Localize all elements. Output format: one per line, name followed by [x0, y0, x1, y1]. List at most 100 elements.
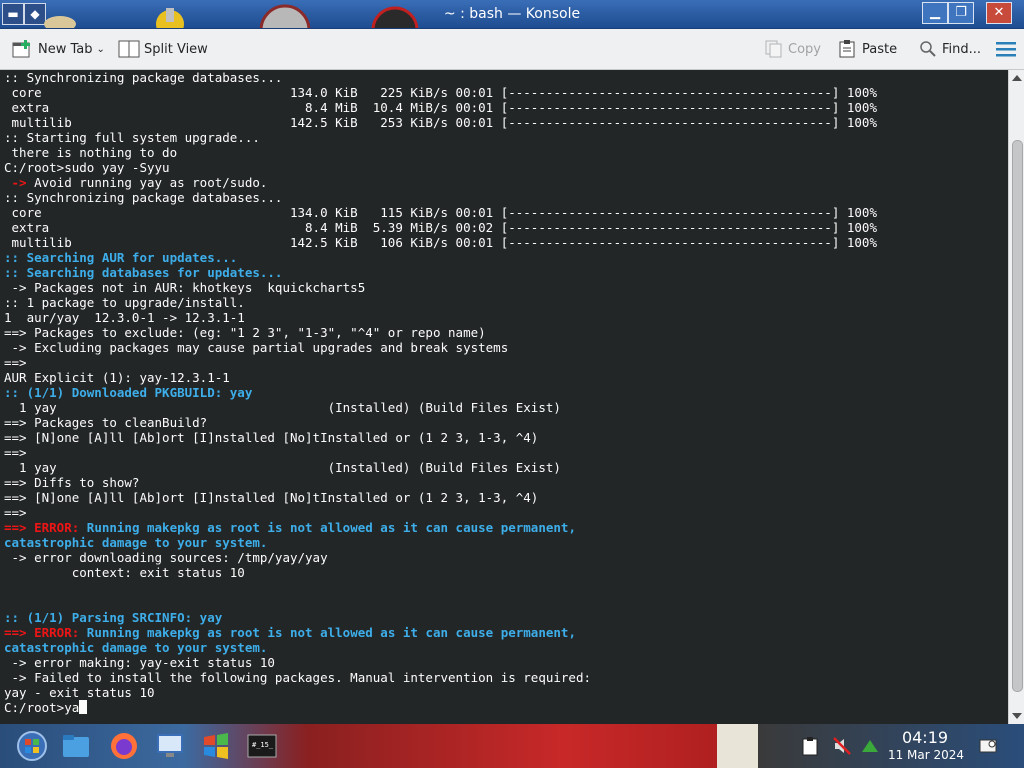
terminal-text-segment: ==> ERROR: [4, 625, 87, 640]
title-bar: ▬ ◆ ~ : bash — Konsole ▁ ❐ ✕ [0, 0, 1024, 29]
terminal-line: :: Searching databases for updates... [4, 265, 877, 280]
terminal-line: there is nothing to do [4, 145, 877, 160]
start-orb-icon[interactable] [16, 730, 48, 762]
taskbar: #_15_ 04:19 11 Mar 2024 [0, 724, 1024, 768]
terminal-line: ==> Packages to exclude: (eg: "1 2 3", "… [4, 325, 877, 340]
scroll-up-icon[interactable] [1012, 75, 1022, 81]
new-tab-label: New Tab [38, 41, 93, 57]
terminal-line: :: Synchronizing package databases... [4, 190, 877, 205]
network-up-icon[interactable] [860, 736, 880, 756]
terminal-prompt-line[interactable]: C:/root>ya [4, 700, 877, 715]
terminal-line: ==> [N]one [A]ll [Ab]ort [I]nstalled [No… [4, 430, 877, 445]
copy-button[interactable]: Copy [764, 37, 821, 61]
terminal-line: extra 8.4 MiB 5.39 MiB/s 00:02 [--------… [4, 220, 877, 235]
remote-desktop-icon[interactable] [154, 730, 186, 762]
paste-button[interactable]: Paste [838, 37, 897, 61]
konsole-toolbar: New Tab ⌄ Split View Copy Paste Find... [0, 29, 1024, 70]
terminal-text-segment: 1 yay (Installed) (Build Files Exist) [4, 460, 561, 475]
paste-label: Paste [862, 41, 898, 57]
terminal-scrollbar[interactable] [1008, 70, 1024, 724]
terminal-text-segment: :: 1 package to upgrade/install. [4, 295, 245, 310]
new-tab-icon [12, 40, 30, 58]
wallpaper-deco-4 [365, 0, 425, 28]
terminal-line: -> Avoid running yay as root/sudo. [4, 175, 877, 190]
terminal-text-segment: -> Packages not in AUR: khotkeys kquickc… [4, 280, 366, 295]
maximize-button[interactable]: ❐ [948, 2, 974, 24]
terminal-line: -> Packages not in AUR: khotkeys kquickc… [4, 280, 877, 295]
terminal-line: catastrophic damage to your system. [4, 535, 877, 550]
clock-date[interactable]: 11 Mar 2024 [884, 748, 968, 762]
file-manager-icon[interactable] [60, 730, 92, 762]
terminal-line: ==> Diffs to show? [4, 475, 877, 490]
split-view-button[interactable]: Split View [118, 37, 208, 61]
scrollbar-thumb[interactable] [1012, 140, 1023, 692]
terminal-text-segment: ==> Diffs to show? [4, 475, 140, 490]
split-view-label: Split View [144, 41, 208, 57]
terminal-text-segment: :: Synchronizing package databases... [4, 70, 283, 85]
terminal-text-segment: Running makepkg as root is not allowed a… [86, 520, 576, 535]
terminal-text-segment: :: (1/1) Downloaded PKGBUILD: yay [4, 385, 253, 400]
text-cursor [79, 700, 88, 714]
terminal-text-segment: ==> Packages to cleanBuild? [4, 415, 208, 430]
terminal-line: multilib 142.5 KiB 253 KiB/s 00:01 [----… [4, 115, 877, 130]
terminal-text-segment: catastrophic damage to your system. [4, 640, 268, 655]
terminal-line: core 134.0 KiB 115 KiB/s 00:01 [--------… [4, 205, 877, 220]
minimize-button[interactable]: ▁ [922, 2, 948, 24]
terminal-text-segment: multilib 142.5 KiB 106 KiB/s 00:01 [----… [4, 235, 877, 250]
scroll-down-icon[interactable] [1012, 713, 1022, 719]
svg-text:#_15_: #_15_ [252, 741, 274, 749]
terminal-text-segment: core 134.0 KiB 115 KiB/s 00:01 [--------… [4, 205, 877, 220]
close-button[interactable]: ✕ [986, 2, 1012, 24]
firefox-icon[interactable] [108, 730, 140, 762]
new-tab-button[interactable]: New Tab ⌄ [12, 37, 105, 61]
window-menu-icon[interactable]: ▬ [2, 3, 24, 25]
terminal-text-segment: ==> ERROR: [4, 520, 87, 535]
clock-time[interactable]: 04:19 [900, 728, 950, 747]
terminal-line: ==> [4, 445, 877, 460]
copy-icon [765, 40, 782, 58]
terminal-line: -> error downloading sources: /tmp/yay/y… [4, 550, 877, 565]
terminal-text-segment: C:/root>sudo yay -Syyu [4, 160, 170, 175]
terminal-line: :: (1/1) Downloaded PKGBUILD: yay [4, 385, 877, 400]
terminal-text-segment: AUR Explicit (1): yay-12.3.1-1 [4, 370, 230, 385]
terminal-line: C:/root>sudo yay -Syyu [4, 160, 877, 175]
terminal-text-segment: :: (1/1) Parsing SRCINFO: yay [4, 610, 223, 625]
terminal-text-segment: -> [4, 175, 35, 190]
wallpaper-deco-3 [250, 0, 320, 28]
terminal-line: :: Synchronizing package databases... [4, 70, 877, 85]
find-button[interactable]: Find... [918, 37, 981, 61]
clipboard-icon[interactable] [800, 736, 820, 756]
terminal-line: AUR Explicit (1): yay-12.3.1-1 [4, 370, 877, 385]
terminal-text-segment: :: Searching AUR for updates... [4, 250, 238, 265]
terminal-line: multilib 142.5 KiB 106 KiB/s 00:01 [----… [4, 235, 877, 250]
terminal-line: :: Starting full system upgrade... [4, 130, 877, 145]
terminal-text-segment: core 134.0 KiB 225 KiB/s 00:01 [--------… [4, 85, 877, 100]
terminal-line: yay - exit status 10 [4, 685, 877, 700]
terminal-line: ==> [4, 355, 877, 370]
terminal-line: ==> [N]one [A]ll [Ab]ort [I]nstalled [No… [4, 490, 877, 505]
terminal-text-segment: -> error downloading sources: /tmp/yay/y… [4, 550, 328, 565]
show-desktop-icon[interactable] [978, 736, 998, 756]
terminal-text-segment: Avoid running yay as root/sudo. [34, 175, 268, 190]
find-label: Find... [942, 41, 982, 57]
terminal-view[interactable]: :: Synchronizing package databases... co… [0, 70, 1008, 724]
terminal-line: :: 1 package to upgrade/install. [4, 295, 877, 310]
terminal-prompt: C:/root>ya [4, 700, 80, 715]
terminal-text-segment: multilib 142.5 KiB 253 KiB/s 00:01 [----… [4, 115, 877, 130]
terminal-text-segment: :: Synchronizing package databases... [4, 190, 283, 205]
volume-muted-icon[interactable] [832, 736, 852, 756]
terminal-line: context: exit status 10 [4, 565, 877, 580]
windows-logo-icon[interactable] [200, 730, 232, 762]
search-icon [920, 41, 936, 57]
terminal-line: :: (1/1) Parsing SRCINFO: yay [4, 610, 877, 625]
chevron-down-icon[interactable]: ⌄ [97, 44, 105, 55]
terminal-line: -> error making: yay-exit status 10 [4, 655, 877, 670]
terminal-output: :: Synchronizing package databases... co… [4, 70, 877, 715]
hamburger-menu-icon[interactable] [996, 41, 1016, 61]
terminal-icon[interactable]: #_15_ [246, 730, 278, 762]
terminal-text-segment: Running makepkg as root is not allowed a… [86, 625, 576, 640]
terminal-text-segment: ==> [4, 505, 27, 520]
terminal-text-segment: extra 8.4 MiB 5.39 MiB/s 00:02 [--------… [4, 220, 877, 235]
terminal-text-segment: extra 8.4 MiB 10.4 MiB/s 00:01 [--------… [4, 100, 877, 115]
